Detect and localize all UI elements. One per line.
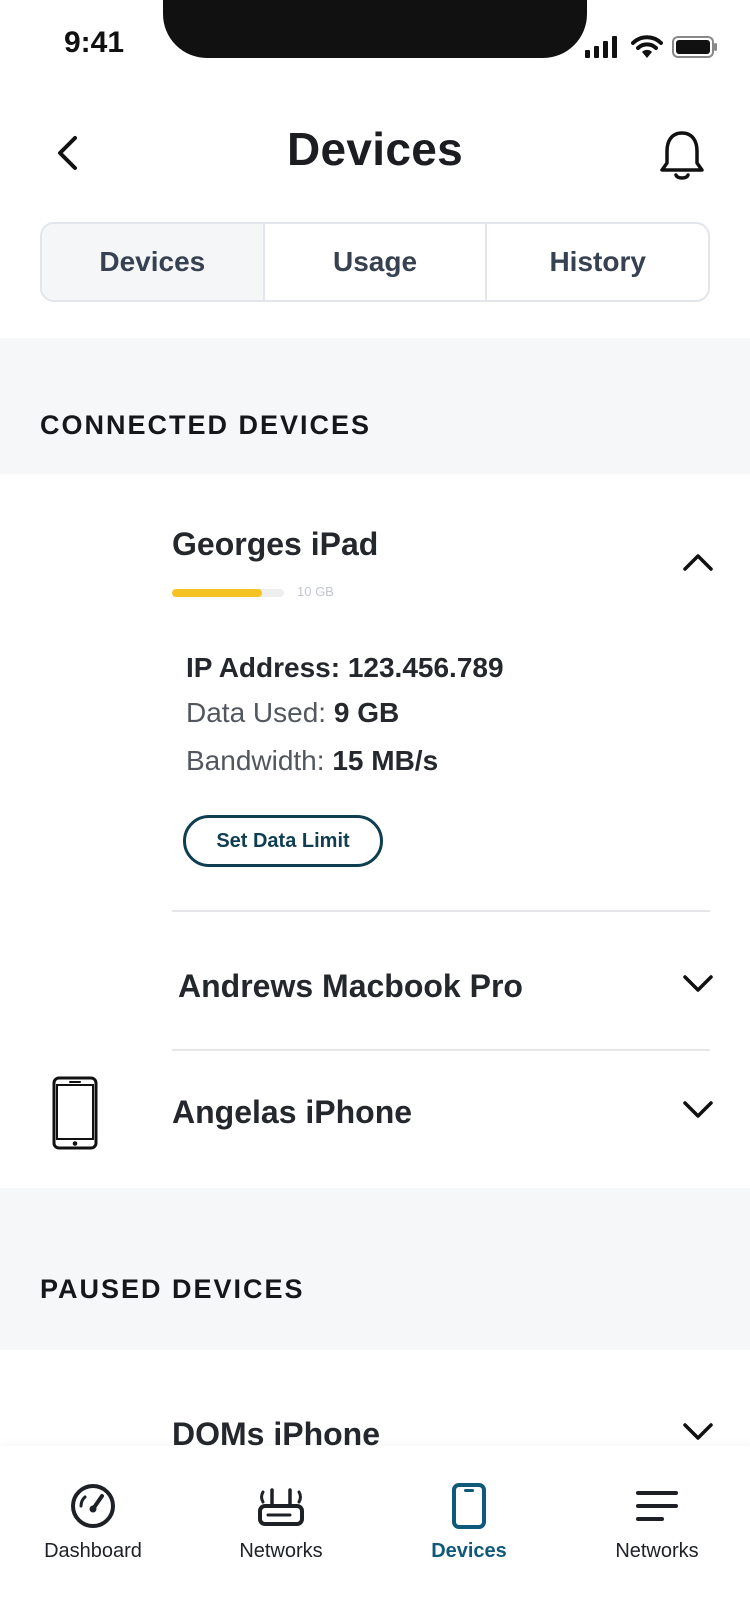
set-data-limit-button[interactable]: Set Data Limit	[183, 815, 383, 867]
device-name-angelas-iphone[interactable]: Angelas iPhone	[172, 1094, 412, 1131]
bell-icon	[657, 129, 707, 188]
chevron-down-icon	[682, 1422, 714, 1447]
divider	[172, 1049, 710, 1051]
notifications-button[interactable]	[652, 128, 712, 188]
nav-label: Networks	[239, 1540, 323, 1562]
page-title: Devices	[286, 123, 463, 175]
connected-devices-section	[0, 338, 750, 474]
chevron-down-icon	[682, 1100, 714, 1125]
ip-address-value: 123.456.789	[347, 652, 504, 683]
tab-history[interactable]: History	[487, 224, 708, 300]
collapse-button[interactable]	[680, 552, 716, 576]
ip-address-row: IP Address: 123.456.789	[186, 652, 504, 684]
tab-devices[interactable]: Devices	[42, 224, 265, 300]
bandwidth-row: Bandwidth: 15 MB/s	[186, 745, 438, 777]
signal-icon	[585, 36, 617, 58]
expand-button[interactable]	[680, 974, 716, 998]
nav-networks[interactable]: Networks	[196, 1480, 366, 1563]
ip-address-label: IP Address:	[186, 652, 341, 683]
data-used-label: Data Used:	[186, 697, 327, 728]
bandwidth-value: 15 MB/s	[332, 745, 439, 776]
usage-bar-fill	[172, 589, 262, 597]
device-name-georges-ipad[interactable]: Georges iPad	[172, 526, 378, 563]
data-used-row: Data Used: 9 GB	[186, 697, 399, 729]
bandwidth-label: Bandwidth:	[186, 745, 325, 776]
expand-button[interactable]	[680, 1100, 716, 1124]
data-used-value: 9 GB	[333, 697, 400, 728]
status-time: 9:41	[64, 26, 125, 59]
phone-icon	[52, 1076, 98, 1150]
section-title-connected: CONNECTED DEVICES	[40, 410, 372, 440]
menu-icon	[631, 1480, 683, 1532]
usage-limit-label: 10 GB	[297, 584, 334, 599]
paused-devices-section	[0, 1188, 750, 1350]
tab-usage[interactable]: Usage	[265, 224, 488, 300]
segmented-tabs: Devices Usage History	[40, 222, 710, 302]
nav-label: Devices	[431, 1540, 507, 1562]
battery-icon	[672, 36, 718, 58]
gauge-icon	[67, 1480, 119, 1532]
divider	[172, 910, 710, 912]
router-icon	[255, 1480, 307, 1532]
nav-label: Networks	[615, 1540, 699, 1562]
device-name-andrews-macbook[interactable]: Andrews Macbook Pro	[178, 968, 523, 1005]
section-title-paused: PAUSED DEVICES	[40, 1274, 305, 1304]
nav-networks-menu[interactable]: Networks	[572, 1480, 742, 1563]
nav-devices[interactable]: Devices	[384, 1480, 554, 1563]
nav-dashboard[interactable]: Dashboard	[8, 1480, 178, 1563]
device-notch	[163, 0, 587, 58]
chevron-up-icon	[682, 552, 714, 577]
expand-button[interactable]	[680, 1422, 716, 1446]
tablet-icon	[443, 1480, 495, 1532]
wifi-icon	[631, 34, 663, 60]
nav-label: Dashboard	[44, 1540, 142, 1562]
chevron-down-icon	[682, 974, 714, 999]
